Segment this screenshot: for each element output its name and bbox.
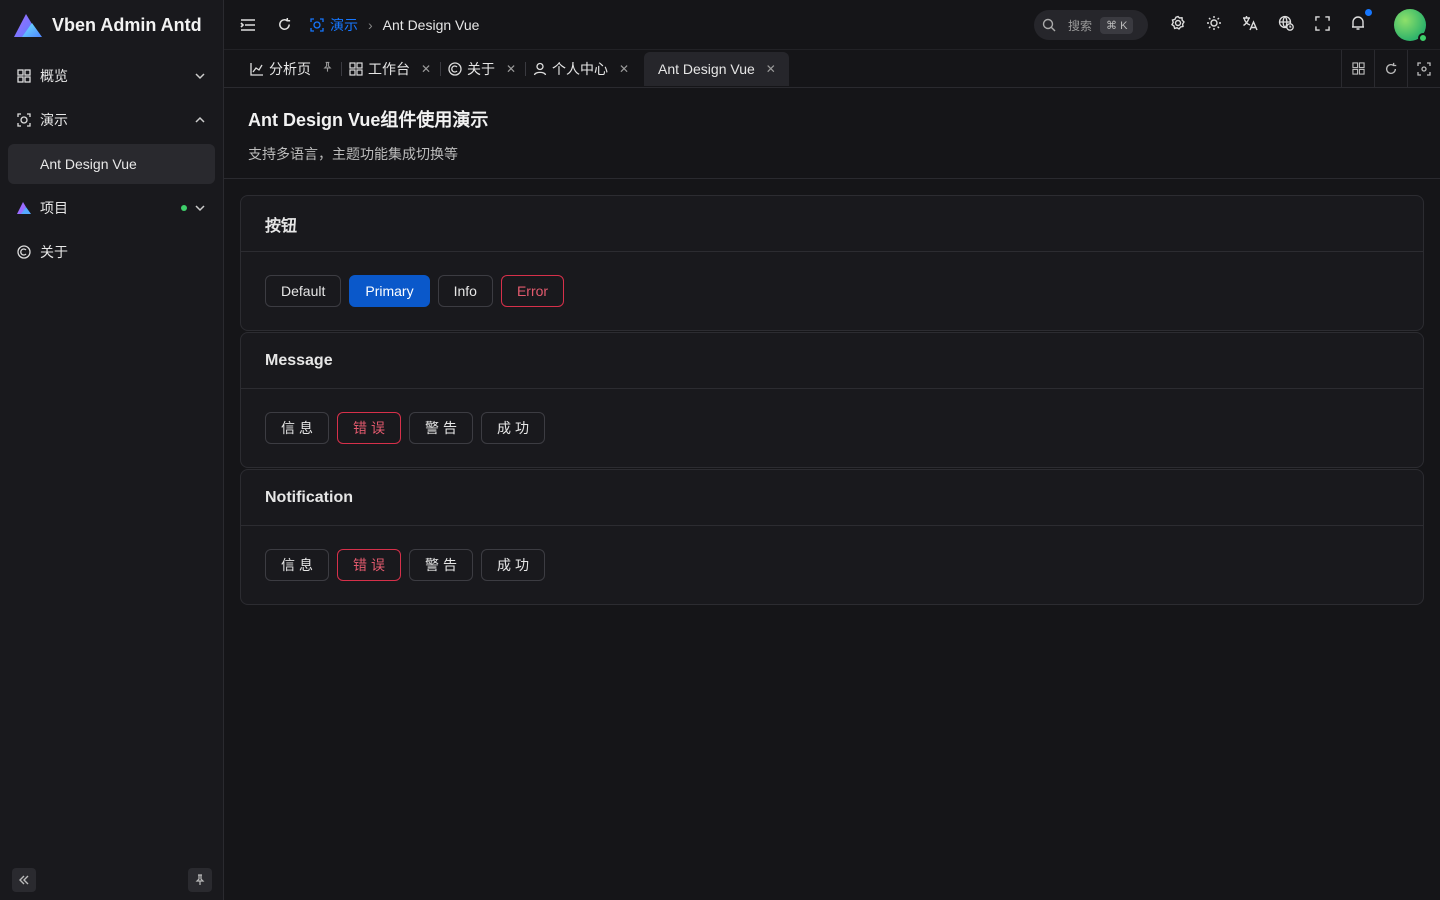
error-button[interactable]: Error	[500, 275, 565, 307]
double-chevron-left-icon	[19, 875, 29, 885]
sidebar-item-label: 关于	[40, 244, 68, 260]
pin-icon	[195, 874, 205, 885]
tab-label: Ant Design Vue	[658, 60, 755, 77]
translate-icon[interactable]	[1240, 13, 1260, 33]
notification-card: Notification 信息 错误 警告 成功	[240, 469, 1424, 605]
notification-success-button[interactable]: 成功	[481, 549, 545, 581]
chevron-down-icon	[193, 201, 207, 215]
sidebar-item-demo[interactable]: 演示	[8, 100, 215, 140]
sidebar-item-label: 演示	[40, 112, 68, 128]
refresh-icon[interactable]	[274, 15, 294, 35]
close-icon[interactable]: ✕	[505, 62, 517, 76]
tab-bar: 分析页 工作台 ✕ 关于 ✕ 个人中心 ✕ Ant Design Vue ✕	[224, 50, 1440, 88]
collapse-sidebar-button[interactable]	[12, 868, 36, 892]
chart-icon	[250, 62, 264, 76]
sidebar-item-ant-design-vue[interactable]: Ant Design Vue	[8, 144, 215, 184]
chevron-up-icon	[193, 113, 207, 127]
card-title: 按钮	[241, 196, 1423, 252]
breadcrumb-item-demo[interactable]: 演示	[310, 15, 358, 35]
user-icon	[533, 62, 547, 76]
chevron-right-icon: ›	[368, 16, 373, 33]
message-error-button[interactable]: 错误	[337, 412, 401, 444]
demo-icon	[310, 17, 324, 32]
tab-label: 关于	[467, 60, 495, 77]
sidebar-item-project[interactable]: 项目	[8, 188, 215, 228]
tab-label: 个人中心	[552, 60, 608, 77]
pin-icon[interactable]	[321, 61, 333, 76]
logo[interactable]: Vben Admin Antd	[0, 0, 223, 50]
message-success-button[interactable]: 成功	[481, 412, 545, 444]
sidebar-item-label: Ant Design Vue	[40, 156, 137, 172]
sidebar-footer	[0, 868, 224, 892]
online-status-dot	[1418, 33, 1428, 43]
tab-profile[interactable]: 个人中心 ✕	[525, 52, 638, 86]
breadcrumb: 演示 › Ant Design Vue	[310, 15, 479, 35]
tab-label: 分析页	[269, 60, 311, 77]
refresh-icon[interactable]	[1374, 50, 1407, 87]
tab-analytics[interactable]: 分析页	[242, 52, 341, 86]
timezone-icon[interactable]	[1276, 13, 1296, 33]
sidebar-item-label: 项目	[40, 200, 68, 216]
theme-sun-icon[interactable]	[1204, 13, 1224, 33]
vben-logo-icon	[16, 200, 32, 216]
fullscreen-icon[interactable]	[1312, 13, 1332, 33]
avatar[interactable]	[1394, 9, 1428, 43]
card-title: Notification	[241, 470, 1423, 526]
app-title: Vben Admin Antd	[52, 14, 202, 35]
workspace-icon	[349, 61, 363, 76]
tab-label: 工作台	[368, 60, 410, 77]
vben-logo-icon	[12, 11, 44, 39]
tab-menu-icon[interactable]	[1341, 50, 1374, 87]
close-icon[interactable]: ✕	[618, 62, 630, 76]
sidebar-item-label: 概览	[40, 68, 68, 84]
close-icon[interactable]: ✕	[765, 62, 777, 76]
maximize-icon[interactable]	[1407, 50, 1440, 87]
copyright-icon	[448, 61, 462, 76]
tab-workspace[interactable]: 工作台 ✕	[341, 52, 440, 86]
copyright-icon	[16, 244, 32, 260]
search-icon	[1042, 18, 1056, 32]
bell-icon[interactable]	[1348, 9, 1372, 33]
sidebar-menu: 概览 演示 Ant Design Vue 项目 关于	[0, 50, 223, 282]
tab-tools	[1341, 50, 1440, 87]
dashboard-icon	[16, 68, 32, 84]
tab-ant-design-vue[interactable]: Ant Design Vue ✕	[644, 51, 789, 86]
notification-info-button[interactable]: 信息	[265, 549, 329, 581]
primary-button[interactable]: Primary	[349, 275, 430, 307]
page-title: Ant Design Vue组件使用演示	[248, 110, 489, 130]
card-title: Message	[241, 333, 1423, 389]
buttons-card: 按钮 Default Primary Info Error	[240, 195, 1424, 331]
notification-warning-button[interactable]: 警告	[409, 549, 473, 581]
notification-error-button[interactable]: 错误	[337, 549, 401, 581]
message-info-button[interactable]: 信息	[265, 412, 329, 444]
notification-badge	[1365, 9, 1372, 16]
header-actions	[1168, 9, 1384, 33]
info-button[interactable]: Info	[437, 275, 493, 307]
sidebar: Vben Admin Antd 概览 演示 Ant Design Vue 项目 …	[0, 0, 224, 900]
close-icon[interactable]: ✕	[420, 62, 432, 76]
status-dot	[181, 205, 187, 211]
breadcrumb-item-current: Ant Design Vue	[382, 16, 480, 33]
settings-icon[interactable]	[1168, 13, 1188, 33]
card-body: 信息 错误 警告 成功	[241, 389, 1423, 467]
default-button[interactable]: Default	[265, 275, 342, 307]
tab-about[interactable]: 关于 ✕	[440, 52, 525, 86]
breadcrumb-label: 演示	[330, 16, 358, 33]
menu-toggle-icon[interactable]	[238, 15, 258, 35]
search-shortcut: ⌘ K	[1100, 16, 1134, 34]
card-body: Default Primary Info Error	[241, 252, 1423, 330]
card-body: 信息 错误 警告 成功	[241, 526, 1423, 604]
message-warning-button[interactable]: 警告	[409, 412, 473, 444]
sidebar-item-overview[interactable]: 概览	[8, 56, 215, 96]
chevron-down-icon	[193, 69, 207, 83]
page-header: Ant Design Vue组件使用演示 支持多语言，主题功能集成切换等	[224, 88, 1440, 179]
search-input[interactable]: 搜索 ⌘ K	[1034, 10, 1148, 40]
message-card: Message 信息 错误 警告 成功	[240, 332, 1424, 468]
search-placeholder: 搜索	[1068, 18, 1093, 33]
pin-sidebar-button[interactable]	[188, 868, 212, 892]
page-description: 支持多语言，主题功能集成切换等	[248, 146, 458, 162]
sidebar-item-about[interactable]: 关于	[8, 232, 215, 272]
demo-icon	[16, 112, 32, 128]
top-header: 演示 › Ant Design Vue 搜索 ⌘ K	[224, 0, 1440, 50]
